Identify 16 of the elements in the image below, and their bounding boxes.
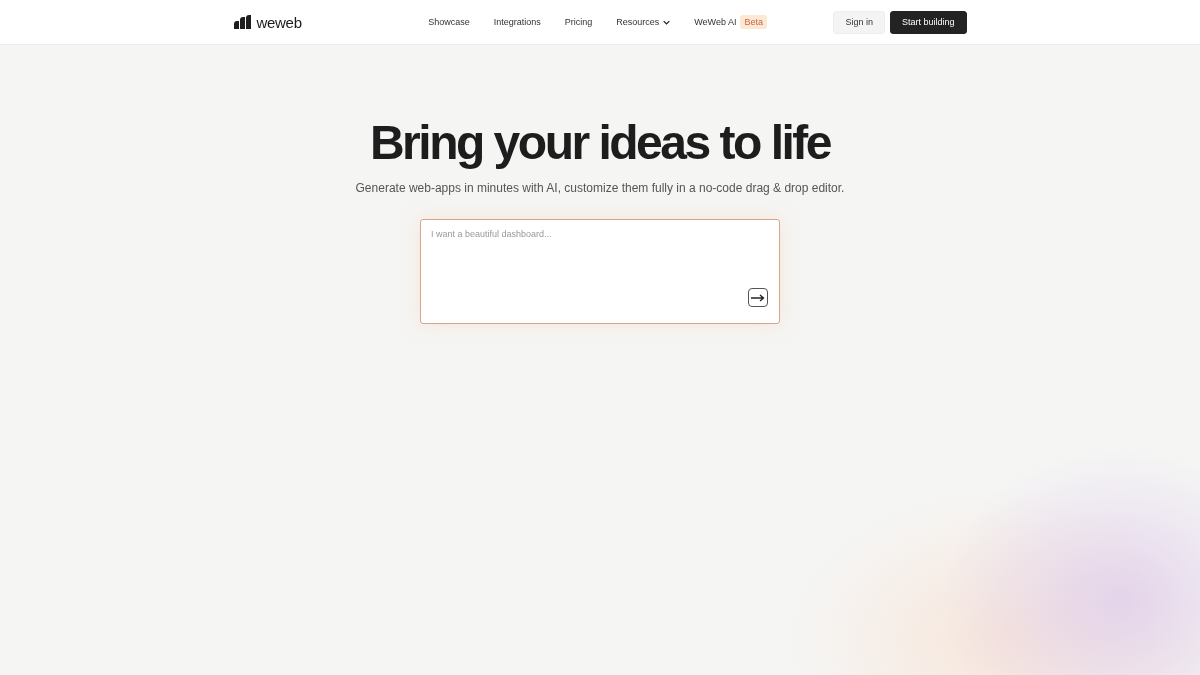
hero-title: Bring your ideas to life bbox=[369, 115, 831, 171]
chevron-down-icon bbox=[663, 19, 671, 25]
start-building-button[interactable]: Start building bbox=[889, 10, 967, 34]
prompt-field[interactable]: I want a beautiful dashboard... bbox=[420, 219, 780, 324]
nav-dropdown[interactable]: Resources bbox=[616, 17, 671, 27]
nav-link[interactable]: WeWeb AI Beta bbox=[694, 15, 767, 29]
hero-subtitle: Generate web-apps in minutes with AI, customize them fully in a no-code drag & drop editor. bbox=[355, 181, 845, 195]
logo-icon bbox=[233, 15, 254, 29]
arrow-right-icon bbox=[751, 293, 765, 302]
nav-link[interactable]: Pricing bbox=[564, 17, 593, 27]
sign-in-button[interactable]: Sign in bbox=[833, 10, 885, 34]
nav-link[interactable]: Showcase bbox=[428, 17, 470, 27]
beta-badge: Beta bbox=[740, 15, 767, 29]
send-button[interactable] bbox=[748, 288, 768, 307]
logo-link[interactable]: weweb bbox=[233, 13, 302, 31]
nav-link[interactable]: Integrations bbox=[493, 17, 541, 27]
